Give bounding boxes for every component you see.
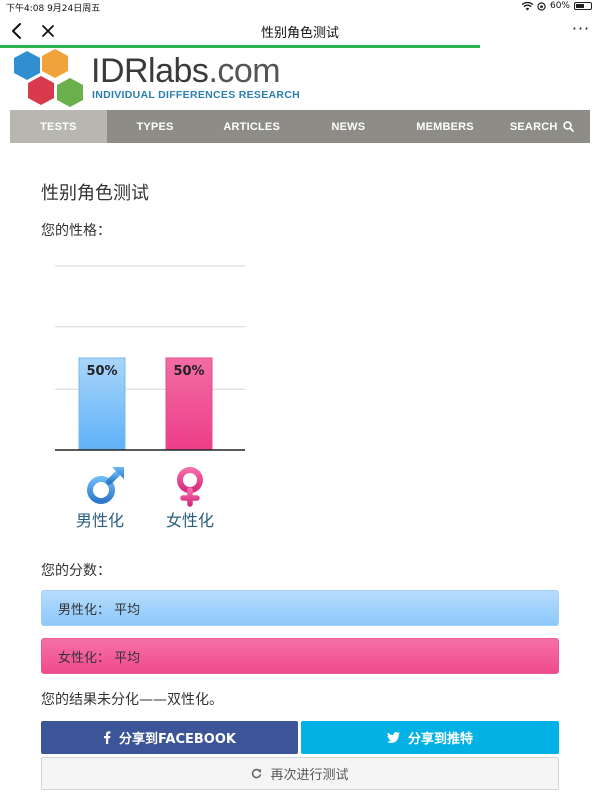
bar-value-label-female: 50% bbox=[173, 364, 204, 379]
retake-test-button[interactable]: 再次进行测试 bbox=[41, 757, 559, 790]
logo-hexagons-icon bbox=[14, 49, 83, 107]
score-text: 女性化： 平均 bbox=[58, 650, 141, 666]
category-label-male: 男性化 bbox=[76, 511, 124, 530]
lock-rotation-icon bbox=[537, 1, 546, 11]
search-icon bbox=[562, 121, 574, 132]
refresh-icon bbox=[252, 768, 262, 779]
nav-title: 性别角色测试 bbox=[260, 26, 339, 41]
menu-item-tests[interactable]: TESTS bbox=[10, 110, 107, 143]
menu-item-label: MEMBERS bbox=[416, 120, 474, 133]
facebook-icon bbox=[104, 731, 111, 744]
status-bar: 下午4:08 9月24日周五 60% bbox=[0, 0, 600, 14]
more-options-icon[interactable]: ··· bbox=[570, 19, 592, 41]
main-menu: TESTS TYPES ARTICLES NEWS MEMBERS SEARCH bbox=[10, 110, 590, 143]
logo-suffix: .com bbox=[208, 52, 281, 90]
battery-level bbox=[576, 4, 585, 8]
status-time-date: 下午4:08 9月24日周五 bbox=[6, 4, 101, 14]
female-symbol-icon bbox=[177, 467, 203, 507]
result-bar-chart: 50% 50% 男性化 女性化 bbox=[55, 265, 245, 530]
menu-item-label: NEWS bbox=[331, 120, 366, 133]
male-symbol-icon bbox=[87, 467, 124, 504]
logo-subtitle: INDIVIDUAL DIFFERENCES RESEARCH bbox=[92, 89, 301, 101]
share-twitter-button[interactable]: 分享到推特 bbox=[301, 721, 559, 754]
logo-hex-red bbox=[28, 76, 54, 105]
logo-hex-orange bbox=[42, 49, 68, 78]
bar-value-label-male: 50% bbox=[86, 364, 117, 379]
page-title: 性别角色测试 bbox=[41, 183, 149, 204]
menu-item-label: ARTICLES bbox=[223, 120, 280, 133]
score-label: 您的分数： bbox=[41, 563, 111, 579]
idrlabs-logo[interactable]: IDRlabs.com INDIVIDUAL DIFFERENCES RESEA… bbox=[8, 49, 328, 109]
category-label-female: 女性化 bbox=[166, 511, 214, 530]
logo-wordmark: IDRlabs.com bbox=[91, 52, 281, 91]
menu-item-search[interactable]: SEARCH bbox=[493, 110, 590, 143]
score-row-male: 男性化： 平均 bbox=[41, 590, 559, 626]
menu-item-news[interactable]: NEWS bbox=[300, 110, 397, 143]
menu-item-label: SEARCH bbox=[509, 120, 558, 133]
logo-hex-green bbox=[57, 78, 83, 107]
wifi-icon bbox=[521, 1, 533, 10]
score-row-female: 女性化： 平均 bbox=[41, 638, 559, 674]
menu-item-types[interactable]: TYPES bbox=[107, 110, 204, 143]
twitter-icon bbox=[386, 732, 400, 743]
status-indicators: 60% bbox=[521, 1, 592, 11]
score-text: 男性化： 平均 bbox=[58, 602, 141, 618]
page-load-progress bbox=[0, 45, 480, 48]
menu-item-label: TESTS bbox=[40, 120, 77, 133]
menu-item-label: TYPES bbox=[136, 120, 174, 133]
share-facebook-label: 分享到FACEBOOK bbox=[119, 732, 236, 747]
menu-item-articles[interactable]: ARTICLES bbox=[203, 110, 300, 143]
share-twitter-label: 分享到推特 bbox=[407, 732, 473, 747]
logo-name: IDRlabs bbox=[91, 52, 209, 90]
result-conclusion: 您的结果未分化——双性化。 bbox=[41, 692, 223, 708]
personality-label: 您的性格： bbox=[41, 223, 111, 239]
battery-icon bbox=[574, 2, 592, 10]
retake-test-label: 再次进行测试 bbox=[270, 768, 349, 783]
share-facebook-button[interactable]: 分享到FACEBOOK bbox=[41, 721, 298, 754]
logo-hex-blue bbox=[14, 51, 40, 80]
menu-item-members[interactable]: MEMBERS bbox=[397, 110, 494, 143]
chart-bars: 50% 50% bbox=[78, 357, 213, 451]
browser-nav-bar: 性别角色测试 ··· bbox=[0, 14, 600, 48]
battery-percent: 60% bbox=[549, 1, 570, 11]
